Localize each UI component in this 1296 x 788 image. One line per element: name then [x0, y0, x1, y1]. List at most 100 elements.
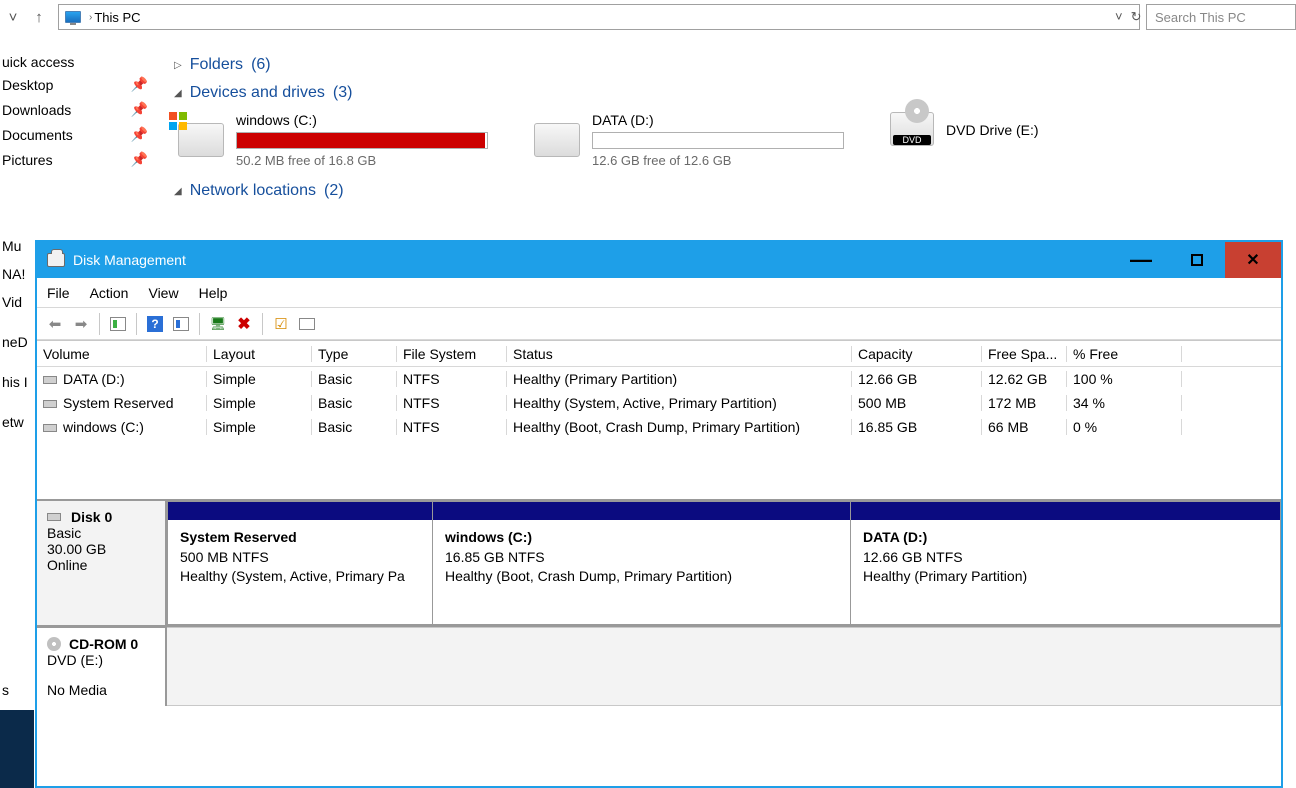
refresh-icon[interactable]: ↻: [1131, 9, 1142, 25]
maximize-button[interactable]: [1169, 242, 1225, 278]
list-icon[interactable]: [295, 312, 319, 336]
properties-icon[interactable]: ☑: [269, 312, 293, 336]
col-volume[interactable]: Volume: [37, 346, 207, 362]
section-devices[interactable]: ◢ Devices and drives (3): [174, 84, 1296, 102]
volume-row[interactable]: windows (C:)SimpleBasicNTFSHealthy (Boot…: [37, 415, 1281, 439]
collapse-icon: ▷: [174, 60, 182, 71]
sidebar-item-desktop[interactable]: Desktop📌: [0, 72, 160, 97]
search-placeholder: Search This PC: [1155, 10, 1246, 25]
pin-icon: 📌: [131, 76, 148, 93]
this-pc-icon: [65, 11, 81, 23]
drive-icon: [178, 123, 224, 157]
col-capacity[interactable]: Capacity: [852, 346, 982, 362]
settings-icon[interactable]: [169, 312, 193, 336]
dm-menubar: File Action View Help: [37, 278, 1281, 308]
section-devices-label: Devices and drives: [190, 84, 325, 102]
section-devices-count: (3): [333, 84, 353, 102]
section-network-label: Network locations: [190, 182, 316, 200]
section-folders-count: (6): [251, 56, 271, 74]
section-network-count: (2): [324, 182, 344, 200]
volume-icon: [43, 400, 57, 408]
breadcrumb-sep-icon: ›: [89, 12, 92, 23]
menu-help[interactable]: Help: [199, 285, 228, 301]
disk-0-state: Online: [47, 557, 155, 573]
show-hide-tree-icon[interactable]: [106, 312, 130, 336]
disk-icon: [47, 513, 61, 521]
refresh-icon[interactable]: 🖥: [206, 312, 230, 336]
drive-name: DATA (D:): [592, 112, 844, 128]
cdrom-empty-area[interactable]: [167, 627, 1281, 706]
volume-icon: [43, 424, 57, 432]
col-type[interactable]: Type: [312, 346, 397, 362]
breadcrumb-this-pc[interactable]: This PC: [94, 10, 140, 25]
address-bar[interactable]: › This PC ˅ ↻: [58, 4, 1140, 30]
taskbar-fragment: [0, 710, 34, 788]
volume-row[interactable]: System ReservedSimpleBasicNTFSHealthy (S…: [37, 391, 1281, 415]
col-status[interactable]: Status: [507, 346, 852, 362]
dm-toolbar: ⬅ ➡ ? 🖥 ✖ ☑: [37, 308, 1281, 340]
drive-c[interactable]: windows (C:) 50.2 MB free of 16.8 GB: [178, 112, 508, 168]
menu-view[interactable]: View: [148, 285, 178, 301]
expand-icon: ◢: [174, 88, 182, 99]
pin-icon: 📌: [131, 126, 148, 143]
drive-name: windows (C:): [236, 112, 488, 128]
disk-management-icon: [47, 253, 65, 267]
usage-bar: [236, 132, 488, 149]
cdrom-icon: [47, 637, 61, 651]
addr-dropdown-icon[interactable]: ˅: [1115, 9, 1123, 25]
volume-icon: [43, 376, 57, 384]
nav-up-icon[interactable]: ↑: [28, 6, 50, 28]
delete-icon[interactable]: ✖: [232, 312, 256, 336]
col-pct-free[interactable]: % Free: [1067, 346, 1182, 362]
close-button[interactable]: ✕: [1225, 242, 1281, 278]
menu-file[interactable]: File: [47, 285, 70, 301]
cdrom-sub: DVD (E:): [47, 652, 155, 668]
pin-icon: 📌: [131, 151, 148, 168]
volume-row[interactable]: DATA (D:)SimpleBasicNTFSHealthy (Primary…: [37, 367, 1281, 391]
partition-system-reserved[interactable]: System Reserved 500 MB NTFS Healthy (Sys…: [167, 501, 433, 625]
sidebar-item-pictures[interactable]: Pictures📌: [0, 147, 160, 172]
disk-0-block[interactable]: Disk 0 Basic 30.00 GB Online System Rese…: [37, 499, 1281, 625]
drive-name: DVD Drive (E:): [946, 122, 1039, 138]
sidebar-item-documents[interactable]: Documents📌: [0, 122, 160, 147]
disk-0-size: 30.00 GB: [47, 541, 155, 557]
drive-d[interactable]: DATA (D:) 12.6 GB free of 12.6 GB: [534, 112, 864, 168]
usage-bar: [592, 132, 844, 149]
explorer-nav-pane: uick access Desktop📌 Downloads📌 Document…: [0, 34, 160, 264]
partition-windows-c[interactable]: windows (C:) 16.85 GB NTFS Healthy (Boot…: [433, 501, 851, 625]
forward-icon[interactable]: ➡: [69, 312, 93, 336]
drive-icon: [534, 123, 580, 157]
dvd-drive-icon: [890, 112, 934, 146]
section-network[interactable]: ◢ Network locations (2): [174, 182, 1296, 200]
section-folders-label: Folders: [190, 56, 243, 74]
cdrom-state: No Media: [47, 682, 155, 698]
history-dropdown-icon[interactable]: ˅: [2, 6, 24, 28]
cdrom-0-block[interactable]: CD-ROM 0 DVD (E:) No Media: [37, 625, 1281, 706]
sidebar-item-quick-access[interactable]: uick access: [0, 52, 160, 72]
section-folders[interactable]: ▷ Folders (6): [174, 56, 1296, 74]
dm-titlebar[interactable]: Disk Management — ✕: [37, 242, 1281, 278]
minimize-button[interactable]: —: [1113, 242, 1169, 278]
drive-free-text: 12.6 GB free of 12.6 GB: [592, 153, 844, 168]
back-icon[interactable]: ⬅: [43, 312, 67, 336]
pin-icon: 📌: [131, 101, 148, 118]
sidebar-cutoff: Mu NA! Vid neD his I etw s: [0, 232, 36, 788]
sidebar-item-downloads[interactable]: Downloads📌: [0, 97, 160, 122]
menu-action[interactable]: Action: [90, 285, 129, 301]
explorer-content: ▷ Folders (6) ◢ Devices and drives (3) w…: [160, 34, 1296, 264]
disk-graphical-view: Disk 0 Basic 30.00 GB Online System Rese…: [37, 499, 1281, 706]
disk-0-type: Basic: [47, 525, 155, 541]
help-icon[interactable]: ?: [143, 312, 167, 336]
col-filesystem[interactable]: File System: [397, 346, 507, 362]
col-free-space[interactable]: Free Spa...: [982, 346, 1067, 362]
col-layout[interactable]: Layout: [207, 346, 312, 362]
disk-management-window: Disk Management — ✕ File Action View Hel…: [35, 240, 1283, 788]
drive-free-text: 50.2 MB free of 16.8 GB: [236, 153, 488, 168]
expand-icon: ◢: [174, 186, 182, 197]
volume-list-header[interactable]: Volume Layout Type File System Status Ca…: [37, 341, 1281, 367]
partition-data-d[interactable]: DATA (D:) 12.66 GB NTFS Healthy (Primary…: [851, 501, 1281, 625]
drive-e[interactable]: DVD Drive (E:): [890, 112, 1090, 146]
dm-title: Disk Management: [73, 252, 186, 268]
disk-0-label[interactable]: Disk 0 Basic 30.00 GB Online: [37, 501, 167, 625]
search-input[interactable]: Search This PC: [1146, 4, 1296, 30]
